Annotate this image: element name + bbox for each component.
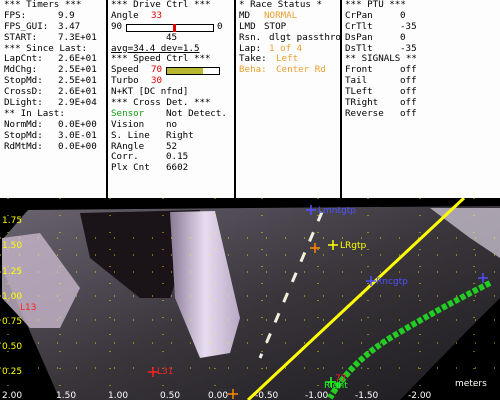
label-right: Right — [324, 381, 348, 391]
signal-label: Reverse — [345, 107, 384, 119]
angle-mid-value: 45 — [166, 31, 178, 43]
y-tick-label: 1.75 — [2, 216, 22, 226]
x-tick-label: -0.50 — [255, 391, 279, 400]
in-last-value: 3.0E-01 — [58, 129, 97, 141]
y-axis-labels: 1.75 1.50 1.25 1.00 0.75 0.50 0.25 — [2, 216, 22, 377]
y-tick-label: 1.00 — [2, 292, 22, 302]
timer-value: 7.3E+01 — [58, 31, 97, 43]
signal-value: off — [400, 107, 417, 119]
ptu-row: DsPan 0 — [342, 31, 500, 44]
race-status-panel: * Race Status * MD NORMAL LMD STOP Rsn. … — [236, 0, 340, 198]
y-tick-label: 1.50 — [2, 241, 22, 251]
in-last-row: StopMd: 3.0E-01 — [0, 129, 106, 142]
timer-row: START: 7.3E+01 — [0, 31, 106, 44]
slider-max: 0 — [217, 20, 223, 32]
y-tick-label: 0.25 — [2, 367, 22, 377]
beha-label: Beha: — [239, 64, 267, 76]
camera-view: Lmntgtp LRgtp Rncgtp L31 L13 77 Right 1.… — [0, 198, 500, 400]
x-tick-label: -1.50 — [355, 391, 379, 400]
in-last-value: 0.0E+00 — [58, 140, 97, 152]
x-tick-label: 1.50 — [56, 391, 76, 400]
beha-value: Center Rd — [276, 64, 326, 76]
y-tick-label: 1.25 — [2, 267, 22, 277]
y-tick-label: 0.50 — [2, 342, 22, 352]
angle-slider[interactable] — [126, 23, 214, 32]
x-tick-label: 1.00 — [108, 391, 128, 400]
status-panels: *** Timers *** FPS: 9.9 FPS_GUI: 3.47 START:… — [0, 0, 500, 198]
rsn-value: dlgt passthroDgh — [269, 31, 340, 43]
plx-value: 6602 — [166, 162, 189, 174]
ptu-value: 0 — [400, 31, 406, 43]
camera-overlay: Lmntgtp LRgtp Rncgtp L31 L13 77 Right 1.… — [0, 198, 500, 400]
in-last-row: RdMtMd: 0.0E+00 — [0, 140, 106, 153]
angle-slider-marker[interactable] — [172, 23, 176, 32]
slider-min: 90 — [111, 20, 123, 32]
signal-row: Reverse off — [342, 107, 500, 120]
in-last-label: RdMtMd: — [4, 140, 43, 152]
x-tick-label: -2.00 — [408, 391, 432, 400]
angle-value: 33 — [151, 9, 163, 21]
label-l13: L13 — [20, 303, 36, 313]
speed-bar — [166, 67, 220, 76]
x-axis-labels: 2.00 1.50 1.00 0.50 0.00 -0.50 -1.00 -1.50 -2.00 — [2, 391, 432, 400]
y-tick-label: 0.75 — [2, 317, 22, 327]
label-lrgtp: LRgtp — [340, 241, 367, 251]
label-l31: L31 — [157, 367, 173, 377]
sline-label: S. Line — [111, 129, 150, 141]
sline-value: Right — [166, 129, 194, 141]
label-lmntgtp: Lmntgtp — [318, 206, 356, 216]
plx-label: Plx Cnt — [111, 162, 150, 174]
units-label: meters — [455, 379, 487, 389]
x-tick-label: 0.50 — [160, 391, 180, 400]
ptu-label: DsPan — [345, 31, 373, 43]
x-tick-label: 2.00 — [2, 391, 22, 400]
drive-ctrl-panel: *** Drive Ctrl *** Angle 33 90 0 45 avg=… — [108, 0, 234, 198]
ptu-panel: *** PTU *** CrPan 0 CrTlt -35 DsPan 0 DsTlt -35… — [342, 0, 500, 198]
timer-label: START: — [4, 31, 38, 43]
rsn-label: Rsn. — [239, 31, 262, 43]
marker-left-red: L13 — [20, 303, 36, 313]
speed-bar-fill — [167, 68, 204, 75]
x-tick-label: -1.00 — [305, 391, 329, 400]
label-rncgtp: Rncgtp — [376, 277, 408, 287]
in-last-label: StopMd: — [4, 129, 43, 141]
timers-panel: *** Timers *** FPS: 9.9 FPS_GUI: 3.47 START:… — [0, 0, 106, 198]
x-tick-label: 0.00 — [208, 391, 228, 400]
